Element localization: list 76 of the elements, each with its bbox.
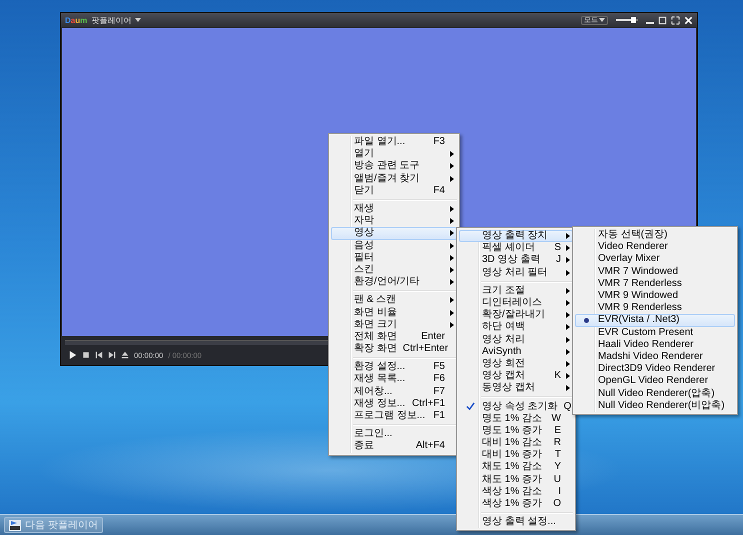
menu-item[interactable]: OpenGL Video Renderer xyxy=(575,375,735,388)
menu-item[interactable]: 영상 처리 xyxy=(459,334,573,346)
menu-item[interactable]: AviSynth xyxy=(459,346,573,358)
menu-item[interactable]: 영상 출력 설정... xyxy=(459,516,573,528)
menu-item[interactable]: VMR 7 Renderless xyxy=(575,278,735,290)
menu-item[interactable]: 영상 출력 장치 xyxy=(459,230,573,242)
menu-item[interactable]: 필터 xyxy=(331,252,457,264)
menu-item[interactable]: 앨범/즐겨 찾기 xyxy=(331,172,457,185)
menu-item[interactable]: VMR 9 Renderless xyxy=(575,302,735,314)
next-icon xyxy=(108,351,116,359)
menu-item[interactable]: EVR Custom Present xyxy=(575,326,735,339)
play-icon xyxy=(69,351,77,359)
caret-icon xyxy=(135,18,142,22)
menu-item[interactable]: 재생 xyxy=(331,202,457,216)
menu-item[interactable]: 음성 xyxy=(331,240,457,252)
menu-item[interactable]: 크기 조절 xyxy=(459,284,573,297)
menu-item[interactable]: EVR(Vista / .Net3) xyxy=(575,314,735,326)
menu-item[interactable]: 대비 1% 증가 T xyxy=(459,449,573,462)
menu-item[interactable]: 로그인... xyxy=(331,428,457,440)
menu-item[interactable]: 화면 비율 xyxy=(331,306,457,319)
menu-item[interactable]: 영상 속성 초기화 Q xyxy=(459,400,573,413)
menu-item[interactable]: 영상 xyxy=(331,227,457,240)
menu-item[interactable]: 확장/잘라내기 xyxy=(459,309,573,322)
menu-item[interactable]: 환경 설정... F5 xyxy=(331,361,457,374)
menu-item[interactable]: 영상 처리 필터 xyxy=(459,266,573,279)
menu-item[interactable]: VMR 9 Windowed xyxy=(575,290,735,302)
menu-item[interactable]: Video Renderer xyxy=(575,241,735,254)
menu-item[interactable]: 프로그램 정보... F1 xyxy=(331,410,457,422)
menu-item[interactable]: 디인터레이스 xyxy=(459,296,573,310)
menu-item[interactable]: 전체 화면 Enter xyxy=(331,330,457,343)
menu-item[interactable]: 팬 & 스캔 xyxy=(331,294,457,306)
eject-icon xyxy=(121,351,129,359)
menu-item[interactable]: 자동 선택(권장) xyxy=(575,229,735,242)
app-logo: Daum xyxy=(65,16,88,24)
menu-item[interactable]: 재생 정보... Ctrl+F1 xyxy=(331,398,457,410)
caret-icon xyxy=(599,18,605,22)
menu-item[interactable]: Haali Video Renderer xyxy=(575,338,735,351)
menu-item[interactable]: 자막 xyxy=(331,215,457,228)
menu-item[interactable]: 색상 1% 증가 O xyxy=(459,498,573,510)
menu-item[interactable]: 파일 열기... F3 xyxy=(331,136,457,148)
app-icon xyxy=(9,520,21,530)
stop-icon xyxy=(82,351,90,359)
menu-item[interactable]: 채도 1% 증가 U xyxy=(459,474,573,486)
menu-item[interactable]: 환경/언어/기타 xyxy=(331,276,457,288)
menu-item[interactable]: 영상 회전 xyxy=(459,358,573,370)
menu-item[interactable]: 종료 Alt+F4 xyxy=(331,440,457,452)
menu-item[interactable]: Direct3D9 Video Renderer xyxy=(575,363,735,376)
window-title[interactable]: 팟플레이어 xyxy=(91,14,132,26)
menu-item[interactable]: VMR 7 Windowed xyxy=(575,266,735,278)
menu-item[interactable]: 3D 영상 출력 J xyxy=(459,254,573,267)
menu-item[interactable]: 확장 화면 Ctrl+Enter xyxy=(331,343,457,356)
menu-item[interactable]: 하단 여백 xyxy=(459,321,573,334)
menu-item[interactable]: 명도 1% 감소 W xyxy=(459,412,573,425)
fullscreen-icon xyxy=(671,16,680,24)
menu-item[interactable]: Overlay Mixer xyxy=(575,253,735,266)
menu-item[interactable]: 대비 1% 감소 R xyxy=(459,437,573,450)
previous-icon xyxy=(95,351,103,359)
menu-item[interactable]: Null Video Renderer(비압축) xyxy=(575,400,735,412)
menu-item[interactable]: 스킨 xyxy=(331,264,457,276)
menu-item[interactable]: 열기 xyxy=(331,148,457,160)
menu-item[interactable]: 채도 1% 감소 Y xyxy=(459,461,573,474)
menu-item[interactable]: Null Video Renderer(압축) xyxy=(575,387,735,400)
menu-item[interactable]: 색상 1% 감소 I xyxy=(459,486,573,498)
menu-item[interactable]: Madshi Video Renderer xyxy=(575,350,735,364)
menu-item[interactable]: 픽셀 셰이더 S xyxy=(459,242,573,254)
menu-item[interactable]: 제어창... F7 xyxy=(331,386,457,398)
minimize-icon xyxy=(646,22,654,24)
menu-item[interactable]: 방송 관련 도구 xyxy=(331,160,457,173)
menu-item[interactable]: 명도 1% 증가 E xyxy=(459,424,573,437)
menu-item[interactable]: 동영상 캡처 xyxy=(459,382,573,394)
maximize-icon xyxy=(658,16,667,24)
menu-item[interactable]: 화면 크기 xyxy=(331,318,457,331)
close-icon xyxy=(684,16,693,24)
menu-item[interactable]: 재생 목록... F6 xyxy=(331,373,457,386)
menu-item[interactable]: 닫기 F4 xyxy=(331,184,457,197)
menu-item[interactable]: 영상 캡처 K xyxy=(459,370,573,382)
